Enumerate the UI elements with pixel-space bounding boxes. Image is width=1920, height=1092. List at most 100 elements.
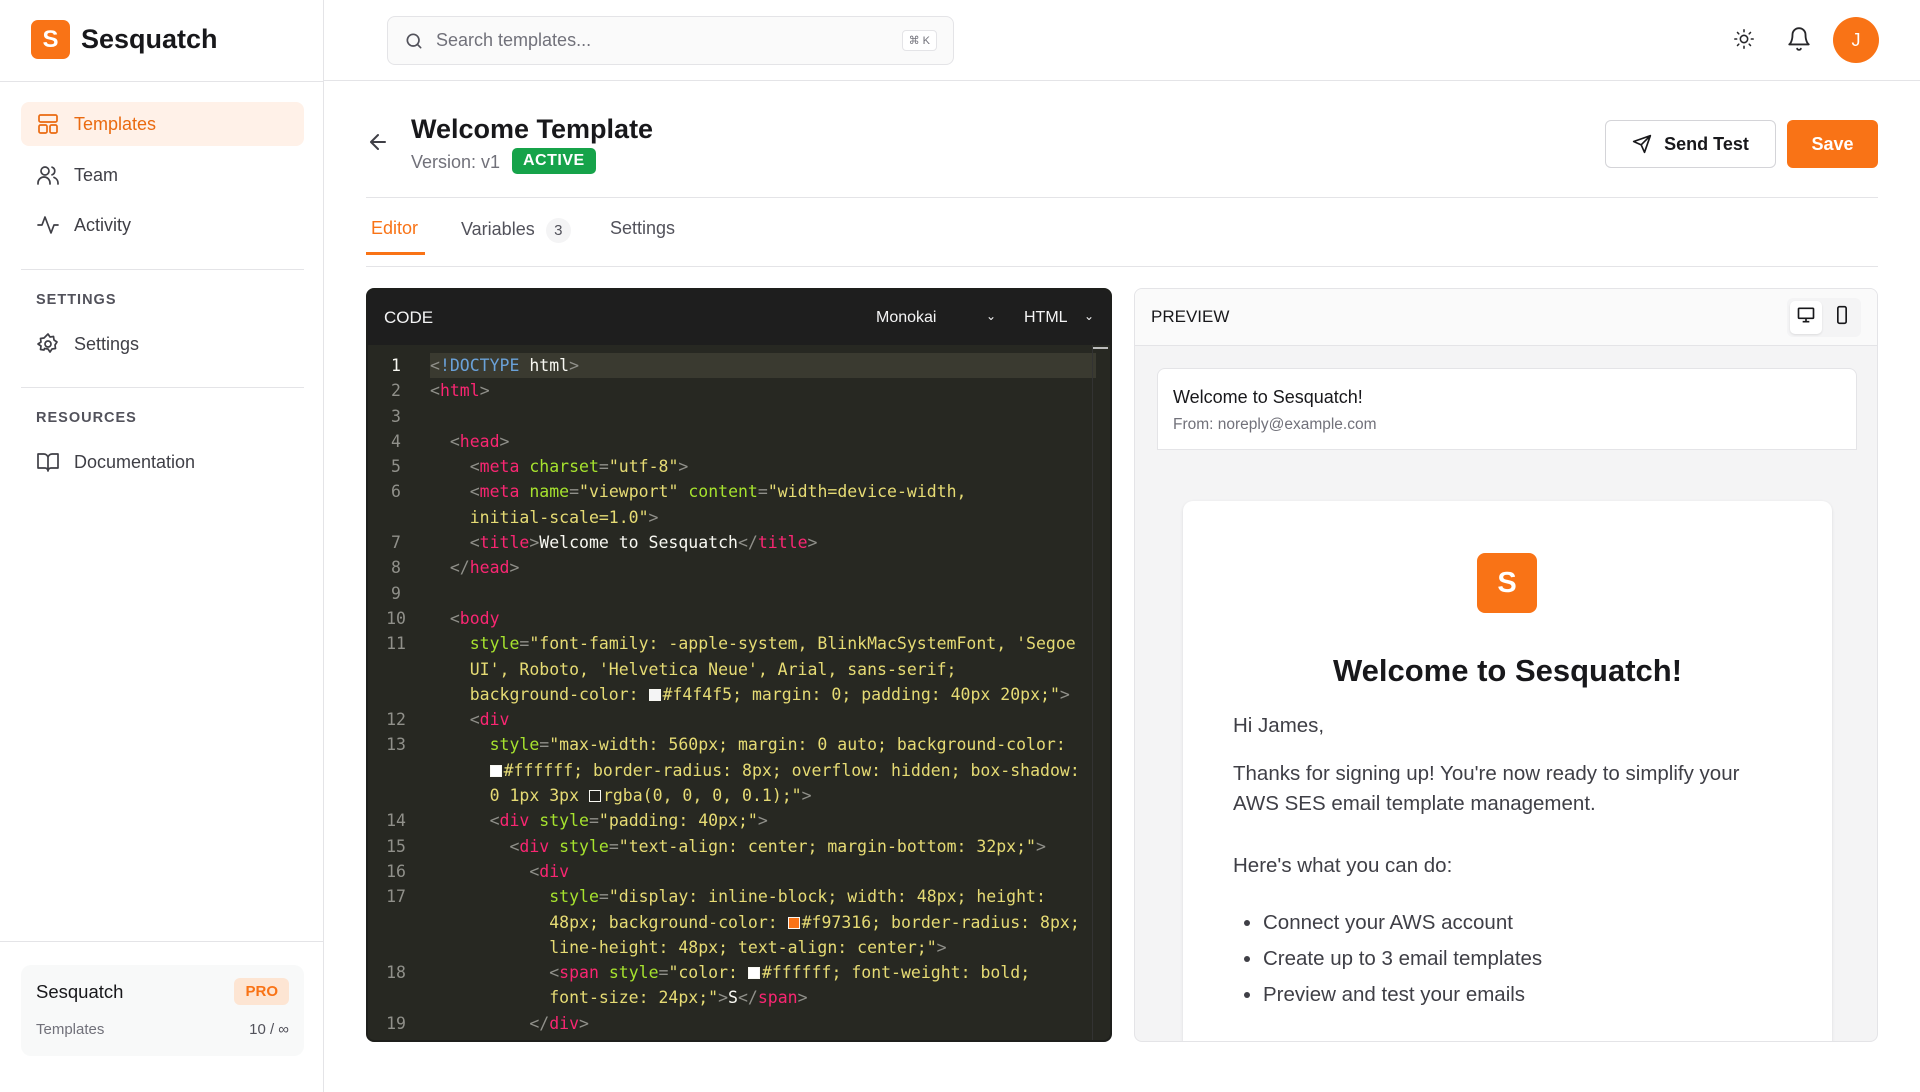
sidebar-item-activity[interactable]: Activity (21, 203, 304, 247)
code-token: = (519, 634, 530, 654)
code-token: < (469, 457, 480, 477)
code-text: <div (430, 859, 1096, 884)
code-line: font-size: 24px;">S</span> (368, 985, 1110, 1010)
sidebar-item-team[interactable]: Team (21, 153, 304, 197)
code-token: "max-width: 560px; margin: 0 auto; backg… (549, 735, 1066, 755)
code-line: 12 <div (368, 707, 1110, 732)
code-text: 0 1px 3px rgba(0, 0, 0, 0.1);"> (430, 783, 1096, 808)
code-token: < (529, 861, 540, 881)
activity-icon (37, 216, 59, 234)
code-title: CODE (384, 307, 434, 327)
brand-name: Sesquatch (81, 24, 218, 54)
code-token: > (807, 533, 818, 553)
email-list-intro: Here's what you can do: (1233, 854, 1453, 877)
preview-panel: PREVIEW Welcome to Sesquatch! From: nore… (1134, 288, 1878, 1042)
line-number: 6 (391, 482, 401, 502)
code-token: </ (449, 558, 470, 578)
sidebar-item-templates[interactable]: Templates (21, 102, 304, 146)
code-line: 6 <meta name="viewport" content="width=de… (368, 479, 1110, 504)
code-token: > (797, 988, 808, 1008)
scrollbar-thumb[interactable] (1093, 347, 1108, 349)
code-token: span (757, 988, 798, 1008)
code-token: = (598, 457, 609, 477)
code-token: </ (737, 533, 758, 553)
code-token: div (539, 861, 570, 881)
search-input[interactable]: Search templates... ⌘ K (387, 16, 954, 65)
plan-badge: PRO (234, 978, 289, 1005)
active-tab-indicator (366, 252, 425, 255)
usage-label: Templates (36, 1021, 105, 1038)
code-text: <meta charset="utf-8"> (430, 454, 1096, 479)
code-token: = (658, 963, 669, 983)
code-token: #ffffff; border-radius: 8px; overflow: h… (503, 760, 1080, 780)
line-number: 16 (386, 861, 406, 881)
tab-settings[interactable]: Settings (610, 218, 675, 239)
theme-select[interactable]: Monokai ⌄ (876, 309, 996, 327)
code-token: title (479, 533, 530, 553)
bell-icon (1788, 27, 1810, 51)
code-token: !DOCTYPE (439, 356, 520, 375)
line-number: 1 (391, 356, 401, 375)
language-select[interactable]: HTML ⌄ (1024, 309, 1094, 327)
code-line: 10 <body (368, 606, 1110, 631)
notifications-button[interactable] (1786, 26, 1812, 57)
code-token: title (757, 533, 808, 553)
code-token: #f4f4f5; margin: 0; padding: 40px 20px;" (662, 684, 1060, 704)
scrollbar[interactable] (1092, 345, 1108, 1040)
monitor-icon (1797, 307, 1815, 322)
send-icon (1632, 134, 1652, 154)
back-button[interactable] (366, 130, 390, 159)
search-icon (406, 33, 422, 49)
divider (366, 266, 1878, 267)
desktop-view-button[interactable] (1790, 300, 1822, 334)
sun-icon (1734, 29, 1754, 49)
email-body-card: S Welcome to Sesquatch! Hi James, Thanks… (1183, 501, 1832, 1041)
preview-header: PREVIEW (1135, 289, 1877, 346)
code-token: > (936, 937, 947, 957)
code-text: 48px; background-color: #f97316; border-… (430, 910, 1096, 935)
sidebar-item-label: Team (74, 164, 119, 185)
code-line: 9 (368, 581, 1110, 606)
code-token: = (598, 887, 609, 907)
email-greeting: Hi James, (1233, 714, 1325, 737)
line-number: 11 (386, 634, 406, 654)
code-line: 18 <span style="color: #ffffff; font-weig… (368, 960, 1110, 985)
theme-toggle-button[interactable] (1733, 28, 1755, 55)
send-test-button[interactable]: Send Test (1605, 120, 1776, 168)
code-text: </div> (430, 1011, 1096, 1036)
status-badge: ACTIVE (512, 148, 596, 174)
list-item: Connect your AWS account (1263, 905, 1542, 941)
line-number: 14 (386, 811, 406, 831)
tab-editor[interactable]: Editor (371, 218, 418, 239)
code-token: head (459, 431, 500, 451)
code-token: #ffffff; font-weight: bold; (761, 963, 1031, 983)
save-button[interactable]: Save (1787, 120, 1878, 168)
code-token: style (489, 735, 540, 755)
code-token: < (469, 710, 480, 730)
code-token: style (559, 836, 609, 856)
mobile-view-button[interactable] (1826, 301, 1858, 334)
code-token: style (549, 887, 599, 907)
code-token: div (519, 836, 550, 856)
code-line: 48px; background-color: #f97316; border-… (368, 910, 1110, 935)
code-token: S (728, 988, 738, 1008)
code-text: style="max-width: 560px; margin: 0 auto;… (430, 732, 1096, 757)
tab-label: Variables (461, 219, 535, 239)
code-token: </ (529, 1013, 550, 1033)
tab-variables[interactable]: Variables 3 (461, 218, 571, 243)
sidebar-item-settings[interactable]: Settings (21, 322, 304, 366)
line-number: 15 (386, 836, 406, 856)
email-heading: Welcome to Sesquatch! (1332, 653, 1683, 688)
code-token: > (529, 533, 540, 553)
usage-value: 10 / ∞ (249, 1021, 289, 1038)
section-label-settings: SETTINGS (36, 292, 117, 308)
code-token: = (608, 836, 619, 856)
smartphone-icon (1837, 305, 1847, 324)
search-placeholder: Search templates... (436, 30, 592, 50)
code-token: span (559, 963, 599, 983)
code-area[interactable]: 1 <!DOCTYPE html> 2 <html> 3 4 <head> 5 <meta ch… (368, 345, 1110, 1036)
sidebar-item-documentation[interactable]: Documentation (21, 440, 304, 484)
avatar[interactable]: J (1833, 17, 1879, 63)
code-token: div (499, 811, 530, 831)
